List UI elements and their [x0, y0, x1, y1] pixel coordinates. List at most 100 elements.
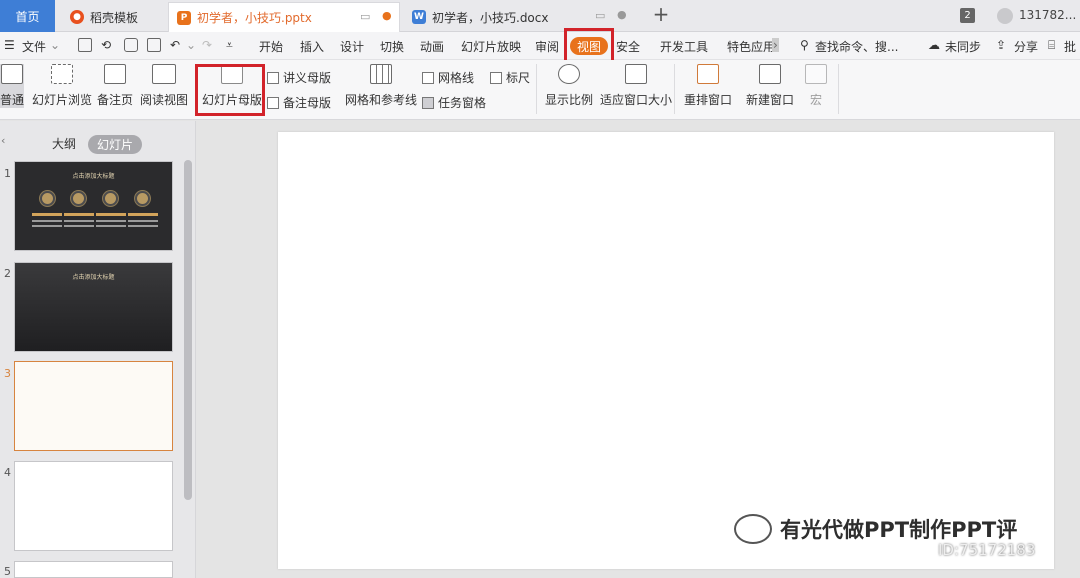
tab-label: 初学者，小技巧.pptx [197, 11, 312, 25]
unsaved-dot-icon[interactable]: ● [382, 9, 392, 22]
monitor-icon[interactable]: ▭ [595, 9, 605, 22]
ruler-checkbox[interactable]: 标尺 [490, 69, 530, 86]
notes-master-icon [267, 96, 279, 109]
slide-thumbnail-4[interactable] [14, 461, 173, 551]
thumb-caption [64, 213, 94, 216]
close-tab-icon[interactable]: ● [617, 8, 627, 21]
thumb-circle-icon [71, 191, 86, 206]
chevron-down-icon[interactable]: ⌄ [50, 38, 60, 52]
tab-home[interactable]: 首页 [0, 0, 55, 32]
wechat-icon [734, 514, 772, 544]
add-tab-plus-icon[interactable]: + [650, 4, 672, 26]
ppt-file-icon: P [177, 10, 191, 25]
new-window-button[interactable]: 新建窗口 [746, 64, 794, 108]
tab-pptx[interactable]: P 初学者，小技巧.pptx ▭ ● [168, 2, 400, 32]
slide-number: 4 [4, 466, 11, 479]
sync-status[interactable]: 未同步 [945, 38, 981, 55]
user-name[interactable]: 131782... [1019, 8, 1076, 22]
new-window-icon [759, 64, 781, 84]
collapse-panel-icon[interactable]: ‹ [1, 134, 5, 147]
task-pane-checkbox[interactable]: 任务窗格 [422, 94, 486, 111]
zoom-label: 显示比例 [545, 93, 594, 107]
menu-insert[interactable]: 插入 [300, 38, 324, 55]
ribbon-divider [536, 64, 537, 114]
redo-icon[interactable]: ↷ [202, 38, 212, 52]
slide-thumbnail-1[interactable]: 点击添加大标题 [14, 161, 173, 251]
monitor-icon[interactable]: ▭ [360, 10, 370, 23]
format-painter-icon[interactable]: ⟲ [101, 38, 111, 52]
print-icon[interactable] [124, 38, 138, 52]
slide-number: 2 [4, 267, 11, 280]
thumb-text-line [32, 220, 62, 222]
macro-icon [805, 64, 827, 84]
save-icon[interactable] [78, 38, 92, 52]
comment-button[interactable]: 批 [1064, 38, 1076, 55]
slide-number: 3 [4, 367, 11, 380]
normal-view-button[interactable]: 普通 [0, 64, 24, 108]
wps-window: 首页 ● 稻壳模板 P 初学者，小技巧.pptx ▭ ● W 初学者，小技巧.d… [0, 0, 1080, 578]
panel-scrollbar[interactable] [184, 160, 192, 500]
thumb-caption [96, 213, 126, 216]
search-icon[interactable]: ⚲ [800, 38, 809, 52]
notes-master-button[interactable]: 备注母版 [267, 94, 331, 111]
thumb-title: 点击添加大标题 [72, 274, 115, 281]
notes-page-button[interactable]: 备注页 [97, 64, 133, 108]
thumb-text-line [32, 225, 62, 227]
arrange-windows-button[interactable]: 重排窗口 [684, 64, 732, 108]
thumb-text-line [128, 220, 158, 222]
zoom-button[interactable]: 显示比例 [545, 64, 593, 108]
reading-view-button[interactable]: 阅读视图 [140, 64, 188, 108]
highlight-slide-master [195, 64, 265, 116]
tab-outline[interactable]: 大纲 [52, 135, 76, 152]
gridlines-checkbox[interactable]: 网格线 [422, 69, 474, 86]
menu-bar: ☰ 文件 ⌄ ⟲ ↶ ⌄ ↷ ⩡ 开始 插入 设计 切换 动画 幻灯片放映 审阅… [0, 32, 1080, 60]
menu-home[interactable]: 开始 [259, 38, 283, 55]
watermark: 有光代做PPT制作PPT评 [734, 514, 1017, 544]
menu-special-apps[interactable]: 特色应用 [727, 38, 775, 55]
macro-button[interactable]: 宏 [805, 64, 827, 108]
search-commands[interactable]: 查找命令、搜... [815, 38, 898, 55]
grid-guides-button[interactable]: 网格和参考线 [345, 64, 417, 108]
fit-window-button[interactable]: 适应窗口大小 [600, 64, 672, 108]
slide-sorter-button[interactable]: 幻灯片浏览 [32, 64, 92, 108]
menu-developer[interactable]: 开发工具 [660, 38, 708, 55]
tab-label: 初学者，小技巧.docx [432, 10, 549, 25]
menu-security[interactable]: 安全 [616, 38, 640, 55]
menu-review[interactable]: 审阅 [535, 38, 559, 55]
slide-sorter-label: 幻灯片浏览 [32, 93, 93, 107]
window-count-badge[interactable]: 2 [960, 8, 975, 23]
slide-canvas[interactable] [278, 132, 1054, 569]
grid-guides-label: 网格和参考线 [345, 93, 418, 107]
share-button[interactable]: 分享 [1014, 38, 1038, 55]
slide-thumbnail-5[interactable] [14, 561, 173, 578]
avatar[interactable] [997, 8, 1013, 24]
tab-label: 稻壳模板 [90, 10, 139, 25]
checkbox-checked-icon [422, 96, 434, 109]
slide-thumbnail-3[interactable] [14, 361, 173, 451]
share-icon[interactable]: ⇪ [996, 38, 1006, 52]
handout-master-label: 讲义母版 [283, 71, 332, 85]
cloud-icon[interactable]: ☁ [928, 38, 940, 52]
thumb-text-line [64, 225, 94, 227]
thumb-caption [32, 213, 62, 216]
grid-icon [370, 64, 392, 84]
comment-icon[interactable]: ⌸ [1048, 38, 1055, 53]
tab-home-label: 首页 [15, 9, 40, 24]
tab-slides[interactable]: 幻灯片 [88, 135, 143, 154]
menu-transitions[interactable]: 切换 [380, 38, 404, 55]
undo-icon[interactable]: ↶ [170, 38, 180, 52]
slide-thumbnail-2[interactable]: 点击添加大标题 [14, 262, 173, 352]
menu-design[interactable]: 设计 [340, 38, 364, 55]
menu-file[interactable]: 文件 [22, 38, 46, 55]
print-preview-icon[interactable] [147, 38, 161, 52]
menu-animations[interactable]: 动画 [420, 38, 444, 55]
handout-master-button[interactable]: 讲义母版 [267, 69, 331, 86]
thumb-text-line [96, 225, 126, 227]
menu-scroll-right-icon[interactable]: › [772, 38, 779, 52]
hamburger-icon[interactable]: ☰ [4, 38, 15, 52]
tab-docer-templates[interactable]: ● 稻壳模板 [62, 2, 162, 32]
fit-window-label: 适应窗口大小 [600, 93, 673, 107]
undo-dropdown-icon[interactable]: ⌄ [186, 38, 196, 52]
menu-slideshow[interactable]: 幻灯片放映 [461, 38, 521, 55]
quick-access-more-icon[interactable]: ⩡ [226, 38, 233, 53]
